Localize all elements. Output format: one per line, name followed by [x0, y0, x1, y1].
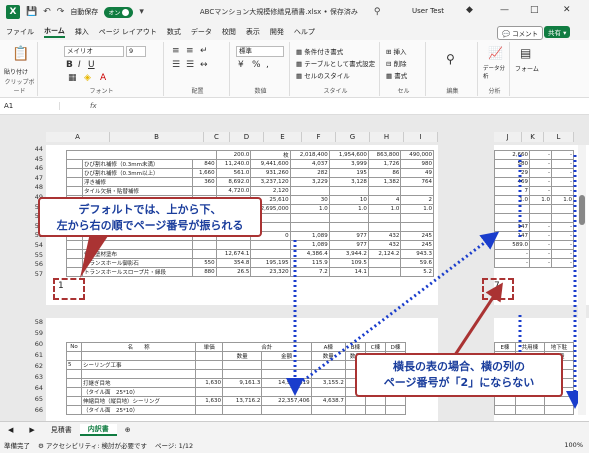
maximize-icon[interactable]: □: [530, 5, 539, 15]
formula-bar: A1 fx: [0, 98, 589, 115]
clipboard-group: 📋 貼り付け クリップボード: [2, 42, 38, 96]
menu-file[interactable]: ファイル: [6, 27, 34, 37]
save-icon[interactable]: 💾: [26, 7, 37, 17]
callout-left-pointer: [80, 233, 110, 278]
cells-group: ⊞ 挿入 ⊟ 削除 ▦ 書式 セル: [382, 42, 426, 96]
menu-review[interactable]: 校閲: [222, 27, 236, 37]
user-name[interactable]: User Test: [412, 7, 444, 15]
analysis-group: 📈 データ分析 分析: [480, 42, 510, 96]
minimize-icon[interactable]: —: [500, 5, 509, 15]
tab-nav-prev[interactable]: ◀: [0, 426, 21, 434]
callout-wide-table: 横長の表の場合、横の列の ページ番号が「2」にならない: [355, 353, 563, 397]
font-label: フォント: [89, 88, 114, 95]
callout-default-order: デフォルトでは、上から下、 左から右の順でページ番号が振られる: [38, 197, 262, 237]
menu-formulas[interactable]: 数式: [167, 27, 181, 37]
align-center-icon[interactable]: ☰: [186, 60, 194, 70]
delete-cells-button[interactable]: ⊟ 削除: [386, 58, 407, 68]
wrap-text-icon[interactable]: ↵: [200, 46, 208, 56]
autosave-label: 自動保存: [70, 8, 99, 16]
comment-button[interactable]: 💬 コメント: [497, 26, 544, 40]
sheet-tabs-bar: ◀ ▶ 見積書 内訳書 ⊕: [0, 421, 589, 437]
toggle-knob: [122, 8, 130, 16]
excel-logo-icon: X: [6, 5, 20, 19]
menu-home[interactable]: ホーム: [44, 26, 65, 38]
form-group: ▤ フォーム: [512, 42, 542, 96]
name-box[interactable]: A1: [0, 102, 60, 110]
format-cells-button[interactable]: ▦ 書式: [386, 70, 407, 80]
merge-icon[interactable]: ↔: [200, 60, 208, 70]
fill-color-icon[interactable]: ◈: [84, 73, 91, 83]
paste-icon[interactable]: 📋: [12, 46, 29, 62]
customize-qat-icon[interactable]: ▾: [139, 7, 144, 17]
conditional-format-button[interactable]: ▦ 条件付き書式: [296, 46, 343, 56]
add-sheet-button[interactable]: ⊕: [117, 426, 139, 434]
status-bar: 準備完了 ⚙ アクセシビリティ: 検討が必要です ページ: 1/12 100%: [0, 437, 589, 453]
find-icon[interactable]: ⚲: [446, 52, 455, 66]
comma-icon[interactable]: ,: [266, 60, 269, 70]
number-format-combo[interactable]: 標準: [236, 46, 284, 57]
data-analysis-icon[interactable]: 📈: [488, 46, 503, 60]
diamond-icon[interactable]: ◆: [466, 5, 473, 15]
cell-styles-button[interactable]: ▦ セルのスタイル: [296, 70, 350, 80]
cells-label: セル: [397, 88, 410, 95]
menu-developer[interactable]: 開発: [270, 27, 284, 37]
insert-cells-button[interactable]: ⊞ 挿入: [386, 46, 407, 56]
document-title[interactable]: ABCマンション大規模修繕見積書.xlsx • 保存済み: [200, 7, 358, 17]
share-button[interactable]: 共有 ▾: [544, 26, 571, 38]
search-icon[interactable]: ⚲: [374, 7, 381, 17]
font-group: メイリオ 9 B I U ▦ ◈ A フォント: [40, 42, 164, 96]
underline-icon[interactable]: U: [88, 60, 95, 70]
redo-icon[interactable]: ↷: [57, 7, 65, 17]
autosave-toggle[interactable]: オン: [104, 6, 134, 18]
bold-icon[interactable]: B: [66, 60, 73, 70]
currency-icon[interactable]: ¥: [238, 60, 244, 70]
editing-label: 編集: [446, 88, 459, 95]
paste-button[interactable]: 貼り付け: [4, 67, 28, 76]
align-top-icon[interactable]: ≡: [172, 46, 180, 56]
number-label: 数値: [254, 88, 267, 95]
font-name-combo[interactable]: メイリオ: [64, 46, 124, 57]
alignment-label: 配置: [191, 88, 204, 95]
menu-help[interactable]: ヘルプ: [294, 27, 315, 37]
data-analysis-button[interactable]: データ分析: [483, 64, 509, 80]
italic-icon[interactable]: I: [78, 60, 81, 70]
menu-insert[interactable]: 挿入: [75, 27, 89, 37]
font-size-combo[interactable]: 9: [126, 46, 146, 57]
percent-icon[interactable]: %: [252, 60, 261, 70]
number-group: 標準 ¥ % , 数値: [232, 42, 290, 96]
border-icon[interactable]: ▦: [68, 73, 77, 83]
zoom-level[interactable]: 100%: [564, 441, 583, 449]
tab-estimate[interactable]: 見積書: [43, 425, 80, 435]
tab-nav-next[interactable]: ▶: [21, 426, 42, 434]
scroll-thumb[interactable]: [579, 195, 585, 225]
menu-view[interactable]: 表示: [246, 27, 260, 37]
fx-icon[interactable]: fx: [90, 102, 97, 110]
form-button[interactable]: フォーム: [515, 64, 539, 73]
status-ready: 準備完了: [4, 442, 30, 450]
tab-breakdown[interactable]: 内訳書: [79, 423, 117, 436]
analysis-label: 分析: [488, 88, 501, 95]
ribbon: 📋 貼り付け クリップボード メイリオ 9 B I U ▦ ◈ A フォント ≡…: [0, 40, 589, 98]
close-icon[interactable]: ✕: [563, 5, 571, 15]
form-icon[interactable]: ▤: [520, 46, 531, 60]
page-indicator: ページ: 1/12: [154, 442, 194, 450]
alignment-group: ≡ ≡ ↵ ☰ ☰ ↔ 配置: [166, 42, 230, 96]
sheet-area[interactable]: A B C D E F G H I J K L 4445464748495051…: [0, 115, 589, 421]
styles-group: ▦ 条件付き書式 ▦ テーブルとして書式設定 ▦ セルのスタイル スタイル: [292, 42, 380, 96]
format-as-table-button[interactable]: ▦ テーブルとして書式設定: [296, 58, 375, 68]
font-color-icon[interactable]: A: [100, 73, 106, 83]
callout-right-pointer: [453, 282, 503, 356]
menu-page-layout[interactable]: ページ レイアウト: [99, 27, 157, 37]
undo-icon[interactable]: ↶: [43, 7, 51, 17]
accessibility-status[interactable]: ⚙ アクセシビリティ: 検討が必要です: [38, 440, 147, 450]
editing-group: ⚲ 編集: [428, 42, 478, 96]
styles-label: スタイル: [323, 88, 348, 95]
align-left-icon[interactable]: ☰: [172, 60, 180, 70]
clipboard-label: クリップボード: [4, 79, 35, 95]
menu-data[interactable]: データ: [191, 27, 212, 37]
vertical-scrollbar[interactable]: [578, 145, 586, 415]
align-middle-icon[interactable]: ≡: [186, 46, 194, 56]
